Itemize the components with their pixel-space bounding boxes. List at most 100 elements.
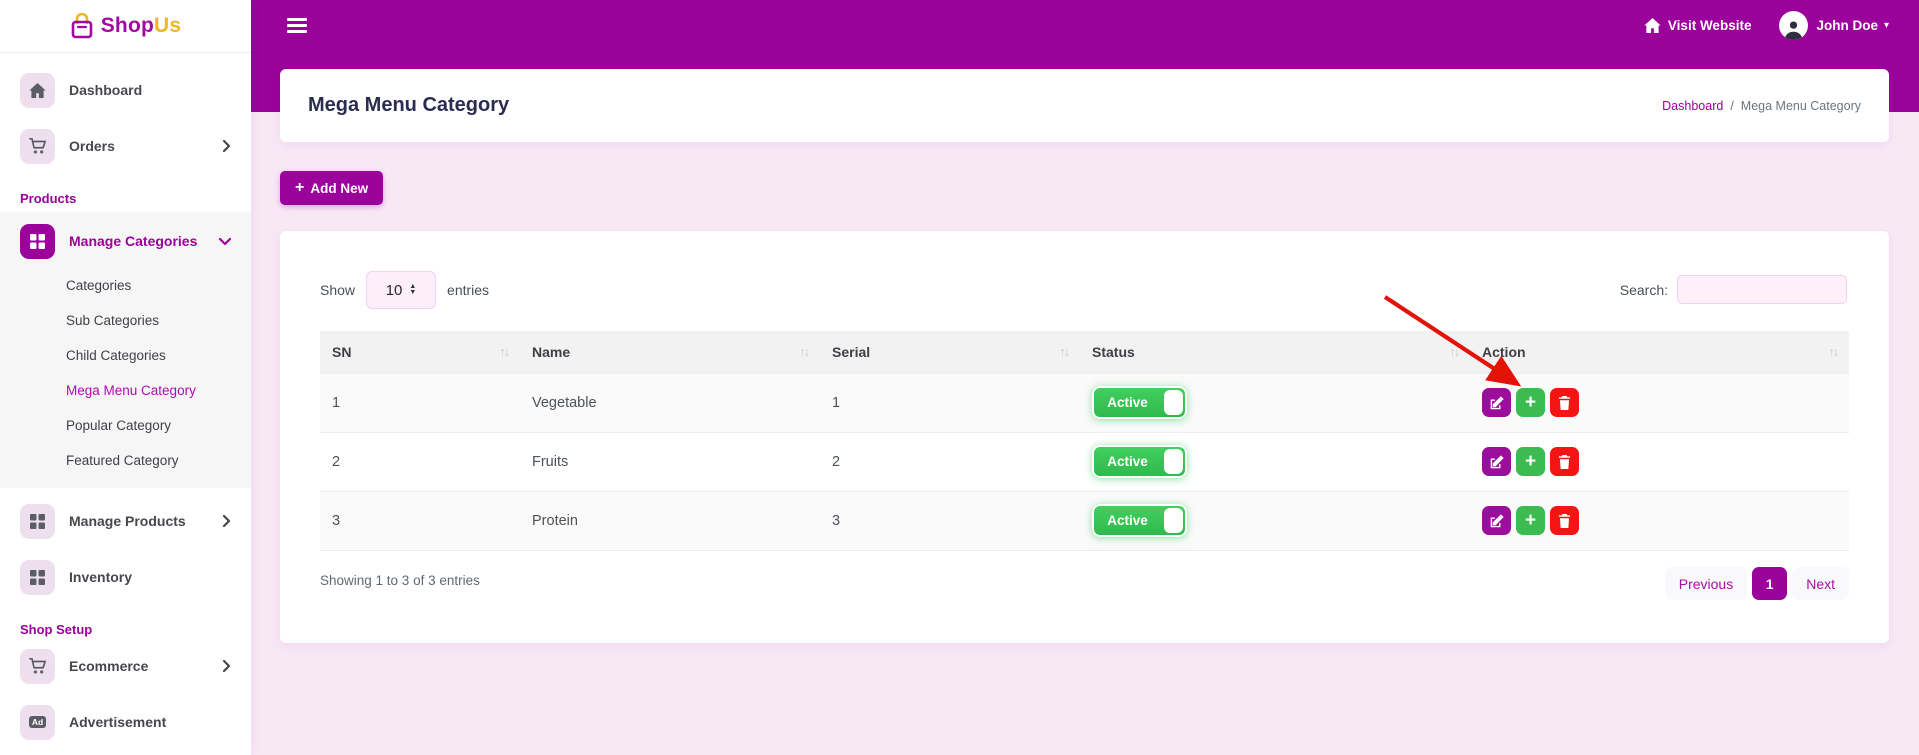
cart-icon <box>20 129 55 164</box>
cell-sn: 2 <box>320 432 520 491</box>
cell-status: Active <box>1080 491 1470 550</box>
table-summary: Showing 1 to 3 of 3 entries <box>320 573 480 588</box>
sidebar-subitem-child-categories[interactable]: Child Categories <box>0 338 251 373</box>
hamburger-menu-icon[interactable] <box>287 18 307 33</box>
plus-icon: + <box>1525 511 1536 530</box>
home-icon <box>20 73 55 108</box>
page-header-card: Mega Menu Category Dashboard / Mega Menu… <box>280 69 1889 142</box>
search-control: Search: <box>1620 275 1847 304</box>
brand-name: ShopUs <box>101 14 182 38</box>
edit-button[interactable] <box>1482 388 1511 417</box>
current-page-button[interactable]: 1 <box>1752 567 1787 600</box>
delete-button[interactable] <box>1550 388 1579 417</box>
sidebar-item-advertisement[interactable]: Ad Advertisement <box>12 699 239 745</box>
column-header-status[interactable]: Status↑↓ <box>1080 331 1470 373</box>
cell-name: Protein <box>520 491 820 550</box>
previous-page-button[interactable]: Previous <box>1665 567 1747 600</box>
visit-website-link[interactable]: Visit Website <box>1644 18 1752 33</box>
manage-categories-group: Manage Categories Categories Sub Categor… <box>0 212 251 488</box>
sort-icon[interactable]: ↑↓ <box>1450 345 1459 359</box>
shopping-bag-icon <box>70 13 94 40</box>
sidebar-subitem-featured-category[interactable]: Featured Category <box>0 443 251 478</box>
sort-icon[interactable]: ↑↓ <box>1060 345 1069 359</box>
breadcrumb-current: Mega Menu Category <box>1741 99 1861 113</box>
column-header-sn[interactable]: SN↑↓ <box>320 331 520 373</box>
sort-icon[interactable]: ↑↓ <box>1829 345 1838 359</box>
home-icon <box>1644 18 1661 33</box>
status-toggle[interactable]: Active <box>1092 445 1187 478</box>
breadcrumb-dashboard-link[interactable]: Dashboard <box>1662 99 1723 113</box>
next-page-button[interactable]: Next <box>1792 567 1849 600</box>
sidebar-subitem-popular-category[interactable]: Popular Category <box>0 408 251 443</box>
grid-icon <box>20 224 55 259</box>
cell-serial: 1 <box>820 373 1080 432</box>
chevron-right-icon <box>222 515 231 527</box>
cell-status: Active <box>1080 432 1470 491</box>
chevron-right-icon <box>222 660 231 672</box>
breadcrumb: Dashboard / Mega Menu Category <box>1662 99 1861 113</box>
delete-button[interactable] <box>1550 447 1579 476</box>
search-label: Search: <box>1620 282 1668 298</box>
add-button[interactable]: + <box>1516 388 1545 417</box>
add-new-button[interactable]: + Add New <box>280 171 383 205</box>
grid-icon <box>20 560 55 595</box>
search-input[interactable] <box>1677 275 1847 304</box>
entries-label: entries <box>447 282 489 298</box>
edit-button[interactable] <box>1482 506 1511 535</box>
mega-menu-category-table: SN↑↓ Name↑↓ Serial↑↓ Status↑↓ Action↑↓ 1… <box>320 331 1849 551</box>
brand-logo[interactable]: ShopUs <box>0 0 251 53</box>
cell-name: Fruits <box>520 432 820 491</box>
edit-button[interactable] <box>1482 447 1511 476</box>
cell-sn: 3 <box>320 491 520 550</box>
breadcrumb-separator: / <box>1730 99 1733 113</box>
chevron-down-icon <box>219 237 231 246</box>
sidebar-item-dashboard[interactable]: Dashboard <box>12 67 239 113</box>
sidebar-section-shop-setup: Shop Setup <box>20 622 251 637</box>
plus-icon: + <box>295 179 304 197</box>
add-button[interactable]: + <box>1516 447 1545 476</box>
column-header-name[interactable]: Name↑↓ <box>520 331 820 373</box>
sidebar: ShopUs Dashboard Orders Products Man <box>0 0 251 755</box>
user-menu[interactable]: John Doe ▾ <box>1779 11 1889 40</box>
sidebar-nav: Dashboard Orders Products Manage Categor… <box>0 53 251 745</box>
sidebar-section-products: Products <box>20 191 251 206</box>
sidebar-subitem-mega-menu-category[interactable]: Mega Menu Category <box>0 373 251 408</box>
plus-icon: + <box>1525 393 1536 412</box>
chevron-right-icon <box>222 140 231 152</box>
show-label: Show <box>320 282 355 298</box>
avatar <box>1779 11 1808 40</box>
sidebar-item-ecommerce[interactable]: Ecommerce <box>12 643 239 689</box>
sidebar-item-orders[interactable]: Orders <box>12 123 239 169</box>
visit-website-label: Visit Website <box>1668 18 1752 33</box>
plus-icon: + <box>1525 452 1536 471</box>
status-toggle[interactable]: Active <box>1092 504 1187 537</box>
sidebar-subitem-sub-categories[interactable]: Sub Categories <box>0 303 251 338</box>
page-size-control: Show 10 ▲ ▼ entries <box>320 271 489 309</box>
datatable-card: Show 10 ▲ ▼ entries Search: SN↑↓ Name↑↓ … <box>280 231 1889 643</box>
user-name: John Doe <box>1816 18 1878 33</box>
sidebar-subitem-categories[interactable]: Categories <box>0 268 251 303</box>
sort-icon[interactable]: ↑↓ <box>800 345 809 359</box>
cell-status: Active <box>1080 373 1470 432</box>
page-title: Mega Menu Category <box>308 94 509 117</box>
column-header-serial[interactable]: Serial↑↓ <box>820 331 1080 373</box>
toggle-knob <box>1164 508 1183 533</box>
add-button[interactable]: + <box>1516 506 1545 535</box>
cell-action: + <box>1470 373 1849 432</box>
sort-icon[interactable]: ↑↓ <box>500 345 509 359</box>
cell-serial: 3 <box>820 491 1080 550</box>
sidebar-item-inventory[interactable]: Inventory <box>12 554 239 600</box>
table-row: 1 Vegetable 1 Active + <box>320 373 1849 432</box>
cell-action: + <box>1470 491 1849 550</box>
cell-sn: 1 <box>320 373 520 432</box>
select-arrows-icon: ▲ ▼ <box>409 284 416 296</box>
sidebar-item-manage-products[interactable]: Manage Products <box>12 498 239 544</box>
status-toggle[interactable]: Active <box>1092 386 1187 419</box>
table-header-row: SN↑↓ Name↑↓ Serial↑↓ Status↑↓ Action↑↓ <box>320 331 1849 373</box>
sidebar-item-manage-categories[interactable]: Manage Categories <box>12 218 239 264</box>
table-row: 2 Fruits 2 Active + <box>320 432 1849 491</box>
ad-icon: Ad <box>20 705 55 740</box>
page-size-select[interactable]: 10 ▲ ▼ <box>366 271 436 309</box>
column-header-action[interactable]: Action↑↓ <box>1470 331 1849 373</box>
delete-button[interactable] <box>1550 506 1579 535</box>
